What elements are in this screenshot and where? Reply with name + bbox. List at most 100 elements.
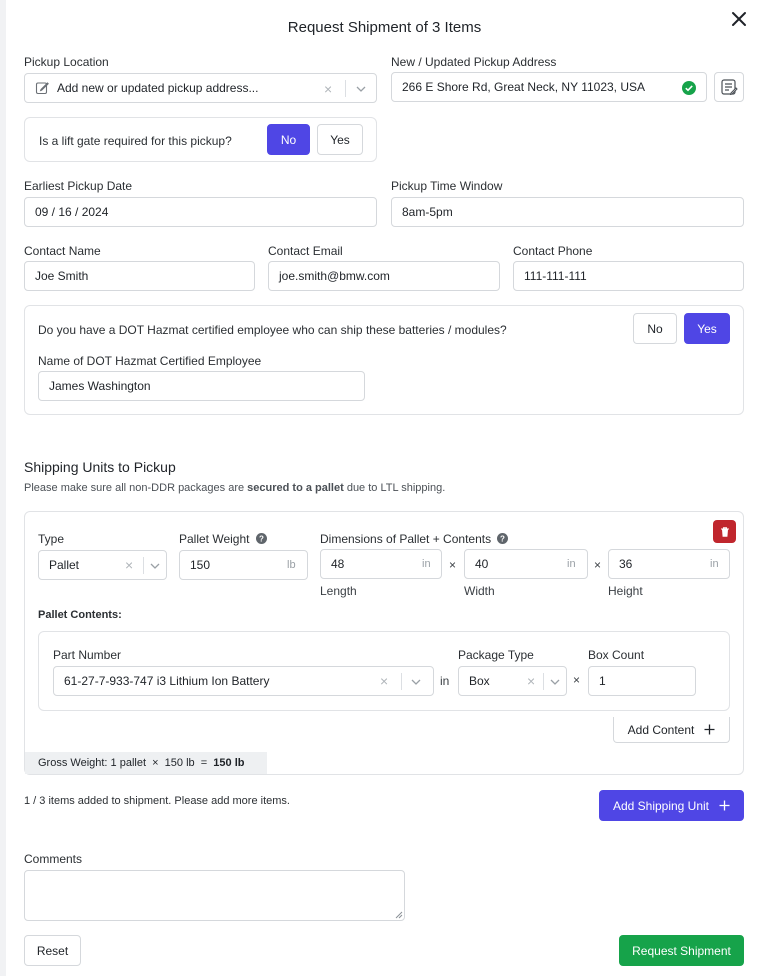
pickup-date-label: Earliest Pickup Date — [24, 179, 133, 193]
liftgate-yes-button[interactable]: Yes — [317, 124, 363, 155]
height-value: 36 — [619, 557, 633, 571]
chevron-down-icon[interactable] — [549, 676, 561, 688]
pallet-weight-label: Pallet Weight ? — [179, 532, 267, 546]
liftgate-question: Is a lift gate required for this pickup? — [39, 134, 232, 148]
contact-name-input[interactable]: Joe Smith — [24, 261, 255, 291]
type-select[interactable]: Pallet × — [38, 550, 167, 580]
hazmat-question: Do you have a DOT Hazmat certified emplo… — [38, 323, 507, 337]
box-count-label: Box Count — [588, 648, 645, 662]
in-word: in — [440, 674, 450, 688]
add-shipping-unit-button[interactable]: Add Shipping Unit — [599, 790, 744, 821]
add-content-button[interactable]: Add Content — [613, 717, 730, 743]
hazmat-yes-button[interactable]: Yes — [684, 313, 730, 344]
gross-weight-summary: Gross Weight: 1 pallet × 150 lb = 150 lb — [25, 752, 267, 774]
comments-label: Comments — [24, 852, 83, 866]
chevron-down-icon[interactable] — [355, 83, 367, 95]
length-input[interactable]: 48 in — [320, 549, 442, 579]
pickup-window-input[interactable]: 8am-5pm — [391, 197, 744, 227]
request-shipment-button[interactable]: Request Shipment — [619, 935, 744, 966]
reset-button[interactable]: Reset — [24, 935, 81, 966]
check-circle-icon — [682, 81, 696, 95]
pickup-address-label: New / Updated Pickup Address — [391, 55, 557, 69]
package-type-value: Box — [469, 674, 490, 688]
length-label: Length — [320, 584, 357, 598]
trash-icon — [720, 526, 729, 537]
length-unit: in — [422, 558, 431, 570]
items-status: 1 / 3 items added to shipment. Please ad… — [24, 795, 290, 807]
pickup-date-input[interactable]: 09 / 16 / 2024 — [24, 197, 377, 227]
chevron-down-icon[interactable] — [149, 560, 161, 572]
plus-icon — [719, 800, 730, 811]
hazmat-employee-input[interactable]: James Washington — [38, 371, 365, 401]
pickup-location-label: Pickup Location — [24, 55, 109, 69]
note-text-end: due to LTL shipping. — [343, 482, 446, 494]
hazmat-no-button[interactable]: No — [633, 313, 677, 344]
height-label: Height — [608, 584, 643, 598]
add-shipping-unit-label: Add Shipping Unit — [612, 798, 710, 813]
liftgate-no-button[interactable]: No — [267, 124, 310, 155]
background-page-edge — [0, 0, 6, 976]
pallet-weight-label-text: Pallet Weight — [179, 532, 250, 546]
times-sign: × — [449, 558, 457, 572]
divider — [345, 80, 346, 97]
package-type-label: Package Type — [458, 648, 534, 662]
hazmat-employee-label: Name of DOT Hazmat Certified Employee — [38, 354, 262, 368]
width-unit: in — [567, 558, 576, 570]
comments-textarea[interactable] — [24, 870, 405, 921]
contact-phone-label: Contact Phone — [513, 244, 593, 258]
part-number-select[interactable]: 61-27-7-933-747 i3 Lithium Ion Battery × — [53, 666, 434, 696]
width-label: Width — [464, 584, 495, 598]
clear-icon[interactable]: × — [527, 674, 535, 688]
help-icon[interactable]: ? — [497, 533, 509, 544]
address-list-icon — [721, 79, 738, 96]
pickup-address-value: 266 E Shore Rd, Great Neck, NY 11023, US… — [402, 80, 646, 94]
resize-handle-icon[interactable] — [395, 911, 403, 919]
add-content-label: Add Content — [627, 722, 695, 737]
pallet-weight-value: 150 — [190, 558, 211, 572]
plus-icon — [704, 724, 715, 735]
box-count-input[interactable]: 1 — [588, 666, 696, 696]
clear-icon[interactable]: × — [125, 558, 133, 572]
package-type-select[interactable]: Box × — [458, 666, 567, 696]
contact-email-label: Contact Email — [268, 244, 343, 258]
shipping-units-note: Please make sure all non-DDR packages ar… — [24, 482, 445, 494]
note-text-bold: secured to a pallet — [247, 482, 344, 494]
modal-title: Request Shipment of 3 Items — [287, 19, 482, 36]
divider — [143, 557, 144, 574]
width-input[interactable]: 40 in — [464, 549, 588, 579]
help-icon[interactable]: ? — [255, 533, 267, 544]
contact-name-label: Contact Name — [24, 244, 101, 258]
length-value: 48 — [331, 557, 345, 571]
times-sign: × — [594, 558, 602, 572]
dimensions-label-text: Dimensions of Pallet + Contents — [320, 532, 492, 546]
height-input[interactable]: 36 in — [608, 549, 730, 579]
height-unit: in — [710, 558, 719, 570]
weight-unit: lb — [287, 559, 296, 571]
pallet-contents-label: Pallet Contents: — [38, 609, 122, 621]
contact-email-input[interactable]: joe.smith@bmw.com — [268, 261, 500, 291]
note-text-start: Please make sure all non-DDR packages ar… — [24, 482, 248, 494]
pickup-location-select[interactable]: Add new or updated pickup address... × — [24, 73, 377, 103]
close-icon — [732, 12, 746, 26]
type-value: Pallet — [49, 558, 80, 572]
contact-phone-input[interactable]: 111-111-111 — [513, 261, 744, 291]
pickup-location-value: Add new or updated pickup address... — [57, 81, 259, 95]
part-number-value: 61-27-7-933-747 i3 Lithium Ion Battery — [64, 674, 270, 688]
width-value: 40 — [475, 557, 489, 571]
close-button[interactable] — [729, 9, 749, 29]
dimensions-label: Dimensions of Pallet + Contents ? — [320, 532, 509, 546]
pickup-window-label: Pickup Time Window — [391, 179, 503, 193]
pallet-weight-input[interactable]: 150 lb — [179, 550, 308, 580]
address-book-button[interactable] — [714, 72, 744, 102]
chevron-down-icon[interactable] — [410, 676, 422, 688]
gross-weight-total: 150 lb — [213, 757, 245, 769]
svg-text:?: ? — [259, 535, 264, 544]
type-label: Type — [38, 532, 65, 546]
delete-unit-button[interactable] — [713, 520, 736, 543]
clear-icon[interactable]: × — [324, 82, 332, 96]
svg-text:?: ? — [500, 535, 505, 544]
shipping-units-heading: Shipping Units to Pickup — [24, 459, 176, 475]
divider — [401, 673, 402, 690]
clear-icon[interactable]: × — [380, 674, 388, 688]
pickup-address-field[interactable]: 266 E Shore Rd, Great Neck, NY 11023, US… — [391, 72, 707, 102]
